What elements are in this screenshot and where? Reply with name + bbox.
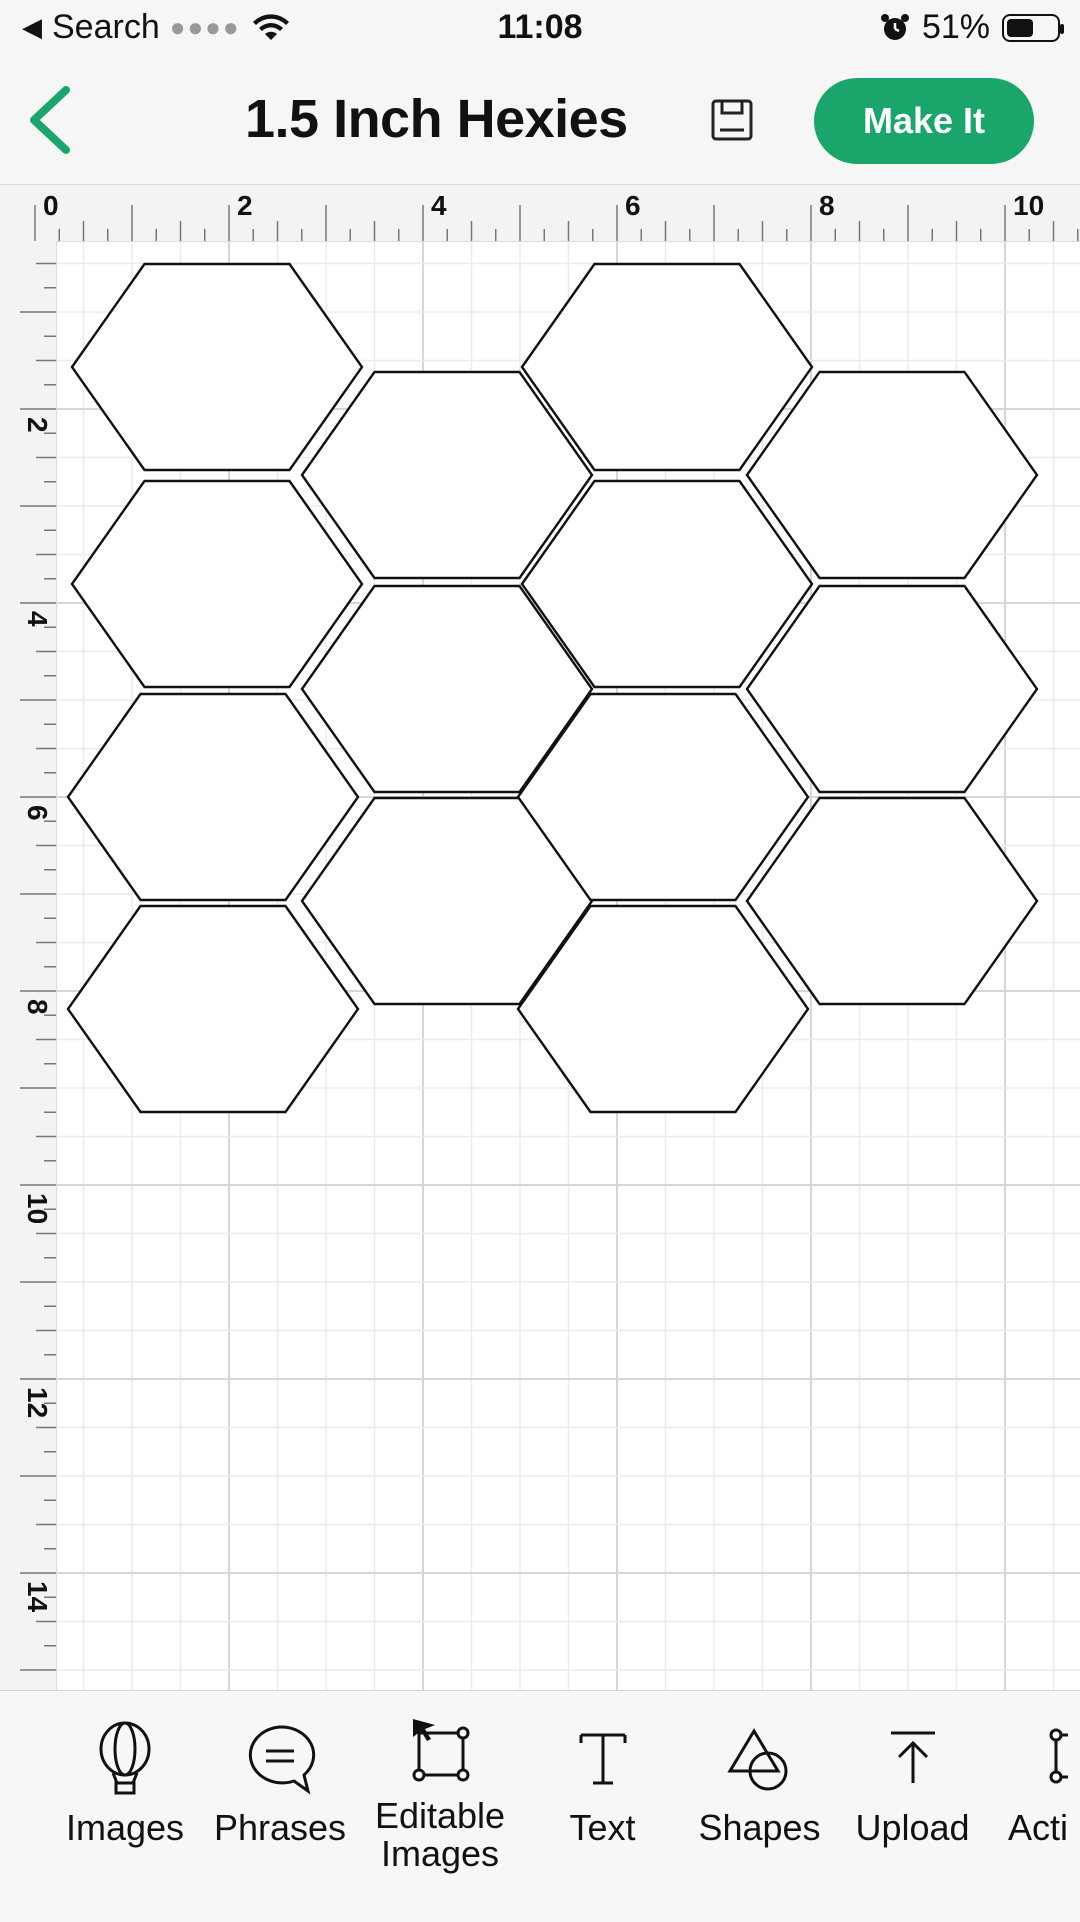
save-icon[interactable] [710, 98, 754, 142]
horizontal-ruler: 0 2 4 6 8 10 [0, 185, 1080, 242]
hexagon-shape[interactable] [745, 796, 1039, 1006]
battery-percent: 51% [921, 8, 990, 46]
make-it-button[interactable]: Make It [814, 78, 1034, 164]
ruler-left-label: 2 [22, 417, 53, 433]
tool-upload[interactable]: Upload [840, 1721, 985, 1847]
project-title[interactable]: 1.5 Inch Hexies [245, 88, 628, 150]
actions-icon [1049, 1728, 1068, 1784]
ruler-top-label: 0 [43, 190, 59, 221]
tool-text[interactable]: Text [530, 1721, 675, 1847]
ruler-left-label: 10 [22, 1193, 53, 1224]
tool-editable-images[interactable]: Editable Images [365, 1715, 515, 1873]
vertical-ruler: 02468101214 [0, 214, 57, 1690]
tool-label: Editable Images [365, 1797, 515, 1873]
alarm-icon [880, 13, 909, 40]
ruler-left-label: 4 [22, 611, 53, 627]
app-header: 1.5 Inch Hexies Make It [0, 60, 1080, 185]
tool-label: Phrases [213, 1807, 347, 1848]
status-bar: ◀ Search ●●●● 11:08 51% [0, 0, 1080, 60]
tool-phrases[interactable]: Phrases [205, 1721, 355, 1847]
shapes-icon [726, 1728, 787, 1791]
ruler-top-label: 8 [819, 190, 835, 221]
tool-label: Text [569, 1807, 636, 1848]
tool-label-line2: Images [380, 1833, 500, 1874]
battery-icon [1002, 13, 1064, 42]
ruler-left-label: 6 [22, 805, 53, 821]
design-canvas[interactable]: 0 2 4 6 8 10 0 2 4 6 8 10 12 14 [0, 185, 1080, 1690]
tool-label: Shapes [698, 1807, 821, 1848]
ruler-top-label: 4 [431, 190, 447, 221]
ruler-top-label: 10 [1013, 190, 1044, 221]
tool-shapes[interactable]: Shapes [687, 1721, 832, 1847]
speech-bubble-icon [248, 1725, 316, 1795]
back-chevron-icon[interactable] [22, 82, 82, 158]
status-right: 51% [880, 8, 1064, 47]
tool-label: Images [65, 1807, 185, 1848]
battery-fill [1007, 18, 1033, 37]
bottom-toolbar: Images Phrases Editable Images Text Shap… [0, 1690, 1080, 1922]
hexagon-shape[interactable] [745, 370, 1039, 580]
hexagon-shape[interactable] [745, 584, 1039, 794]
tool-label: Acti [1008, 1807, 1069, 1848]
tool-label-line1: Editable [374, 1795, 506, 1836]
ruler-top-label: 6 [625, 190, 641, 221]
tool-images[interactable]: Images [50, 1721, 200, 1847]
editable-image-icon [412, 1719, 470, 1782]
horizontal-ruler-ticks: 0 2 4 6 8 10 [34, 190, 1079, 241]
cutting-mat[interactable] [57, 242, 1080, 1690]
text-t-icon [579, 1733, 626, 1785]
ruler-left-label: 8 [22, 999, 53, 1015]
tool-actions[interactable]: Acti [1008, 1721, 1080, 1847]
hexagon-shape[interactable] [66, 692, 360, 902]
balloon-icon [99, 1721, 151, 1795]
hexagon-shape[interactable] [66, 904, 360, 1114]
ruler-left-label: 12 [22, 1387, 53, 1418]
hexagon-shape[interactable] [70, 479, 364, 689]
ruler-top-label: 2 [237, 190, 253, 221]
tool-label: Upload [855, 1807, 970, 1848]
ruler-left-label: 14 [22, 1581, 53, 1613]
vertical-ruler-ticks: 02468101214 [20, 214, 56, 1671]
upload-icon [890, 1731, 935, 1783]
hexagon-shape[interactable] [70, 262, 364, 472]
mat-grid[interactable] [57, 242, 1080, 1690]
